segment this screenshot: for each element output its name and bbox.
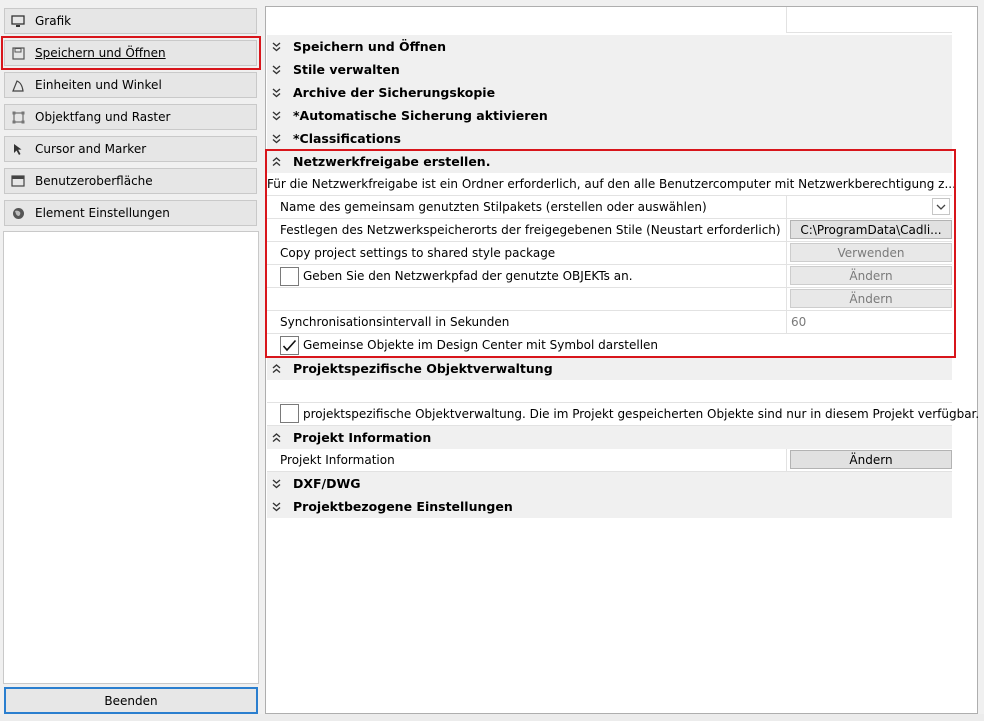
chevron-up-icon [272,363,282,374]
monitor-icon [11,14,25,28]
chevron-down-icon [272,87,282,98]
sidebar-item-label: Element Einstellungen [35,206,170,220]
section-archive[interactable]: Archive der Sicherungskopie [267,81,952,104]
section-autosave[interactable]: *Automatische Sicherung aktivieren [267,104,952,127]
network-info-text: Für die Netzwerkfreigabe ist ein Ordner … [267,177,956,191]
sidebar-item-cursor[interactable]: Cursor and Marker [4,136,257,162]
style-package-combobox[interactable] [786,196,952,218]
sync-interval-field[interactable]: 60 [786,311,952,333]
section-title: *Classifications [293,131,401,146]
property-label: Copy project settings to shared style pa… [280,246,556,260]
section-title: Projekt Information [293,430,432,445]
use-button[interactable]: Verwenden [790,243,952,262]
sidebar-item-speichern[interactable]: Speichern und Öffnen [4,40,257,66]
section-projektbezogene-einstellungen[interactable]: Projektbezogene Einstellungen [267,495,952,518]
quit-button[interactable]: Beenden [4,687,258,714]
sidebar-item-label: Speichern und Öffnen [35,46,166,60]
sidebar-item-einheiten[interactable]: Einheiten und Winkel [4,72,257,98]
chevron-down-icon [272,478,282,489]
property-label: Projekt Information [280,453,395,467]
checkbox-label: projektspezifische Objektverwaltung. Die… [303,407,980,421]
chevron-down-icon[interactable] [932,198,950,215]
change-button[interactable]: Ändern [790,450,952,469]
sidebar-item-grafik[interactable]: Grafik [4,8,257,34]
section-title: Netzwerkfreigabe erstellen. [293,154,491,169]
network-location-row: Festlegen des Netzwerkspeicherorts der f… [267,219,952,242]
chevron-down-icon [272,41,282,52]
sync-interval-value: 60 [791,315,807,329]
window-bottom-edge [0,714,984,721]
section-title: Speichern und Öffnen [293,39,447,54]
section-title: *Automatische Sicherung aktivieren [293,108,548,123]
section-classifications[interactable]: *Classifications [267,127,952,150]
chevron-down-icon [272,64,282,75]
angle-icon [11,78,25,92]
sidebar-item-label: Objektfang und Raster [35,110,171,124]
checkbox-label: Gemeinse Objekte im Design Center mit Sy… [303,338,659,352]
cursor-icon [11,142,25,156]
change-button[interactable]: Ändern [790,266,952,285]
chevron-up-icon [272,156,282,167]
chevron-down-icon [272,133,282,144]
chevron-down-icon [272,501,282,512]
section-netzwerkfreigabe[interactable]: Netzwerkfreigabe erstellen. [267,150,952,173]
property-panel: Speichern und Öffnen Stile verwalten Arc… [265,6,979,714]
sidebar-item-label: Benutzeroberfläche [35,174,153,188]
section-projektspezifische-objektverwaltung[interactable]: Projektspezifische Objektverwaltung [267,357,952,380]
project-objects-checkbox[interactable] [280,404,299,423]
network-path-checkbox[interactable] [280,267,299,286]
section-dxf-dwg[interactable]: DXF/DWG [267,472,952,495]
network-path-row-2: Ändern [267,288,952,311]
globe-icon [11,206,25,220]
sidebar-item-label: Cursor and Marker [35,142,147,156]
network-info-row: Für die Netzwerkfreigabe ist ein Ordner … [267,173,956,196]
sidebar-item-objektfang[interactable]: Objektfang und Raster [4,104,257,130]
section-title: Stile verwalten [293,62,400,77]
empty-property-row [267,7,952,34]
property-label: Synchronisationsintervall in Sekunden [280,315,510,329]
sidebar-item-label: Grafik [35,14,72,28]
window-icon [11,174,25,188]
change-button[interactable]: Ändern [790,289,952,308]
symbol-display-checkbox[interactable] [280,336,299,355]
floppy-disk-icon [11,46,25,60]
sidebar-item-element-einstellungen[interactable]: Element Einstellungen [4,200,257,226]
checkbox-label: Geben Sie den Netzwerkpfad der genutzte … [303,269,633,283]
grid-snap-icon [11,110,25,124]
sidebar-empty-area [3,231,259,684]
section-title: Archive der Sicherungskopie [293,85,496,100]
sidebar-item-label: Einheiten und Winkel [35,78,162,92]
sync-interval-row: Synchronisationsintervall in Sekunden 60 [267,311,952,334]
style-package-row: Name des gemeinsam genutzten Stilpakets … [267,196,952,219]
project-objects-row: projektspezifische Objektverwaltung. Die… [267,403,979,426]
property-label: Festlegen des Netzwerkspeicherorts der f… [280,223,781,237]
network-path-row: Geben Sie den Netzwerkpfad der genutzte … [267,265,952,288]
copy-settings-row: Copy project settings to shared style pa… [267,242,952,265]
network-location-button[interactable]: C:\ProgramData\Cadli... [790,220,952,239]
property-label: Name des gemeinsam genutzten Stilpakets … [280,200,707,214]
empty-property-row [267,380,952,403]
section-title: Projektspezifische Objektverwaltung [293,361,553,376]
section-title: Projektbezogene Einstellungen [293,499,513,514]
section-stile-verwalten[interactable]: Stile verwalten [267,58,952,81]
symbol-display-row: Gemeinse Objekte im Design Center mit Sy… [267,334,952,357]
project-info-row: Projekt Information Ändern [267,449,952,472]
sidebar-item-benutzeroberflaeche[interactable]: Benutzeroberfläche [4,168,257,194]
settings-sidebar: Grafik Speichern und Öffnen Einheiten un… [0,0,262,721]
section-speichern-oeffnen[interactable]: Speichern und Öffnen [267,35,952,58]
section-title: DXF/DWG [293,476,361,491]
section-projekt-information[interactable]: Projekt Information [267,426,952,449]
chevron-up-icon [272,432,282,443]
chevron-down-icon [272,110,282,121]
checkmark-icon [282,339,297,352]
